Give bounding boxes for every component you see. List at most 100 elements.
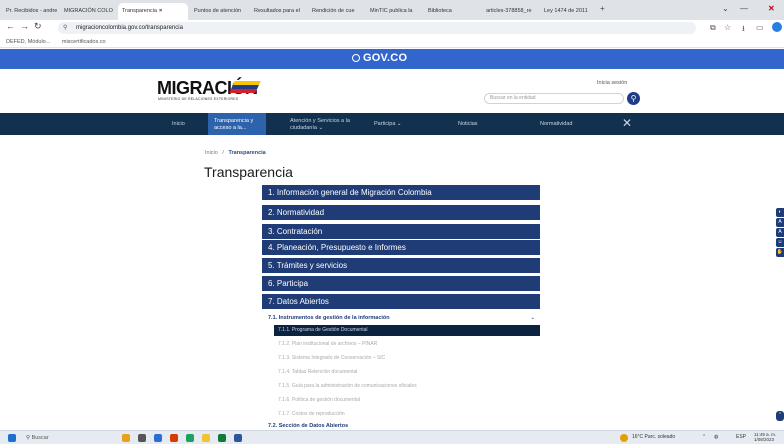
govco-seal-icon: [352, 54, 360, 62]
chevron-down-icon[interactable]: ⌄: [722, 4, 729, 13]
breadcrumb-home[interactable]: Inicio: [205, 150, 218, 156]
chevron-down-icon[interactable]: ⌄: [530, 313, 535, 323]
network-icon[interactable]: ◍: [714, 434, 718, 440]
tab-label: Biblioteca: [428, 8, 452, 14]
nav-item-normatividad[interactable]: Normatividad: [540, 113, 572, 135]
bookmark-item[interactable]: DEFED, Módulo...: [6, 39, 50, 45]
browser-tab[interactable]: MinTIC publica la: [366, 3, 422, 20]
file-explorer-icon[interactable]: [202, 434, 210, 442]
subitem[interactable]: 7.1.6. Política de gestión documental: [274, 395, 540, 406]
govco-label: GOV.CO: [363, 52, 408, 64]
star-icon[interactable]: ☆: [724, 23, 731, 32]
breadcrumb-current: Transparencia: [228, 150, 266, 156]
accordion-section[interactable]: 6. Participa: [262, 276, 540, 291]
site-info-icon[interactable]: ⚲: [63, 22, 67, 34]
clock-date: 1/08/2023: [754, 437, 775, 442]
word-icon[interactable]: [234, 434, 242, 442]
app-icon[interactable]: [170, 434, 178, 442]
login-link[interactable]: Inicia sesión: [597, 80, 627, 86]
breadcrumb-separator: /: [222, 150, 224, 156]
search-icon: ⚲: [630, 94, 637, 103]
subitem-selected[interactable]: 7.1.1. Programa de Gestión Documental: [274, 325, 540, 336]
bookmark-item[interactable]: miscertificados.co: [62, 39, 106, 45]
accordion-section[interactable]: 5. Trámites y servicios: [262, 258, 540, 273]
chrome-icon[interactable]: [186, 434, 194, 442]
sidebar-icon[interactable]: ▭: [756, 23, 764, 32]
close-window-icon[interactable]: ✕: [768, 4, 775, 13]
app-icon[interactable]: [154, 434, 162, 442]
subitem[interactable]: 7.1.5. Guía para la administración de co…: [274, 381, 540, 392]
close-icon[interactable]: ×: [159, 8, 162, 14]
browser-tab[interactable]: articles-378858_re: [482, 3, 538, 20]
nav-item-transparencia[interactable]: Transparencia y acceso a la...: [208, 113, 266, 135]
new-tab-icon[interactable]: +: [600, 4, 605, 13]
search-button[interactable]: ⚲: [627, 92, 640, 105]
logo-stripe-red: [229, 89, 258, 93]
scroll-top-icon[interactable]: ⌃: [776, 411, 784, 421]
clock[interactable]: 11:49 a. m. 1/08/2023: [754, 432, 776, 442]
language-indicator[interactable]: ESP: [736, 434, 746, 440]
logo-stripes: [229, 81, 261, 93]
browser-tab[interactable]: Puntos de atención: [190, 3, 248, 20]
accordion-section[interactable]: 3. Contratación: [262, 224, 540, 239]
url-text: migracioncolombia.gov.co/transparencia: [76, 25, 183, 31]
tray-chevron-icon[interactable]: ⌃: [702, 434, 706, 440]
tab-label: Transparencia: [122, 8, 157, 14]
breadcrumb: Inicio / Transparencia: [205, 150, 266, 156]
logo-subtitle: MINISTERIO DE RELACIONES EXTERIORES: [158, 97, 239, 101]
browser-tab[interactable]: MIGRACIÓN COLO: [60, 3, 116, 20]
font-increase-icon[interactable]: A: [776, 228, 784, 237]
close-icon[interactable]: ✕: [622, 116, 632, 130]
browser-tab[interactable]: Ley 1474 de 2011: [540, 3, 596, 20]
font-decrease-icon[interactable]: A: [776, 218, 784, 227]
subitem[interactable]: 7.1.7. Costos de reproducción: [274, 409, 540, 420]
tab-label: Rendición de cue: [312, 8, 355, 14]
accordion-section[interactable]: 4. Planeación, Presupuesto e Informes: [262, 240, 540, 255]
excel-icon[interactable]: [218, 434, 226, 442]
page-title: Transparencia: [204, 164, 293, 180]
app-icon[interactable]: [122, 434, 130, 442]
nav-item-atencion[interactable]: Atención y Servicios a la ciudadanía ⌄: [290, 113, 360, 135]
search-input[interactable]: Buscar en la entidad: [484, 93, 624, 104]
tab-label: articles-378858_re: [486, 8, 532, 14]
browser-tab[interactable]: Rendición de cue: [308, 3, 364, 20]
sign-language-icon[interactable]: ✋: [776, 248, 784, 257]
nav-item-noticias[interactable]: Noticias: [458, 113, 478, 135]
main-nav: Inicio Transparencia y acceso a la... At…: [0, 113, 784, 135]
browser-tab[interactable]: Biblioteca: [424, 3, 480, 20]
download-icon[interactable]: ⭳: [742, 23, 745, 37]
back-icon[interactable]: ←: [6, 21, 15, 31]
browser-tab[interactable]: Pr. Recibidos - andre: [2, 3, 58, 20]
browser-tab[interactable]: Resultados para el: [250, 3, 306, 20]
taskbar-search[interactable]: ⚲ Buscar: [26, 433, 49, 443]
browser-tab-active[interactable]: Transparencia ×: [118, 3, 188, 20]
accordion-subheading[interactable]: 7.1. Instrumentos de gestión de la infor…: [268, 313, 540, 323]
subitem[interactable]: 7.1.3. Sistema Integrado de Conservación…: [274, 353, 540, 364]
profile-avatar[interactable]: [772, 22, 782, 32]
windows-start-icon[interactable]: [8, 434, 16, 442]
accordion-section[interactable]: 1. Información general de Migración Colo…: [262, 185, 540, 200]
forward-icon[interactable]: →: [20, 21, 29, 31]
task-view-icon[interactable]: [138, 434, 146, 442]
nav-item-participa[interactable]: Participa ⌄: [374, 113, 402, 135]
nav-item-inicio[interactable]: Inicio: [172, 113, 185, 135]
tab-label: Resultados para el: [254, 8, 300, 14]
contrast-icon[interactable]: ◐: [776, 208, 784, 217]
url-field[interactable]: ⚲ migracioncolombia.gov.co/transparencia: [58, 22, 696, 34]
accordion-section[interactable]: 2. Normatividad: [262, 205, 540, 220]
accordion-subheading-2[interactable]: 7.2. Sección de Datos Abiertos: [268, 423, 348, 429]
share-icon[interactable]: ⧉: [710, 23, 716, 33]
taskbar-search-label: Buscar: [31, 435, 49, 441]
weather-text[interactable]: 16°C Parc. soleado: [632, 434, 675, 440]
tab-label: MinTIC publica la: [370, 8, 413, 14]
accordion-section-open[interactable]: 7. Datos Abiertos: [262, 294, 540, 309]
weather-icon[interactable]: [620, 434, 628, 442]
subitem[interactable]: 7.1.4. Tablas Retención documental: [274, 367, 540, 378]
subitem[interactable]: 7.1.2. Plan institucional de archivos – …: [274, 339, 540, 350]
govco-bar: GOV.CO: [0, 49, 784, 69]
govco-logo[interactable]: GOV.CO: [352, 52, 407, 64]
accessibility-icon[interactable]: ☺: [776, 238, 784, 247]
reload-icon[interactable]: ↻: [34, 21, 42, 32]
minimize-icon[interactable]: —: [740, 4, 748, 13]
os-taskbar: ⚲ Buscar 16°C Parc. soleado ⌃ ◍ ESP 11:4…: [0, 430, 784, 444]
